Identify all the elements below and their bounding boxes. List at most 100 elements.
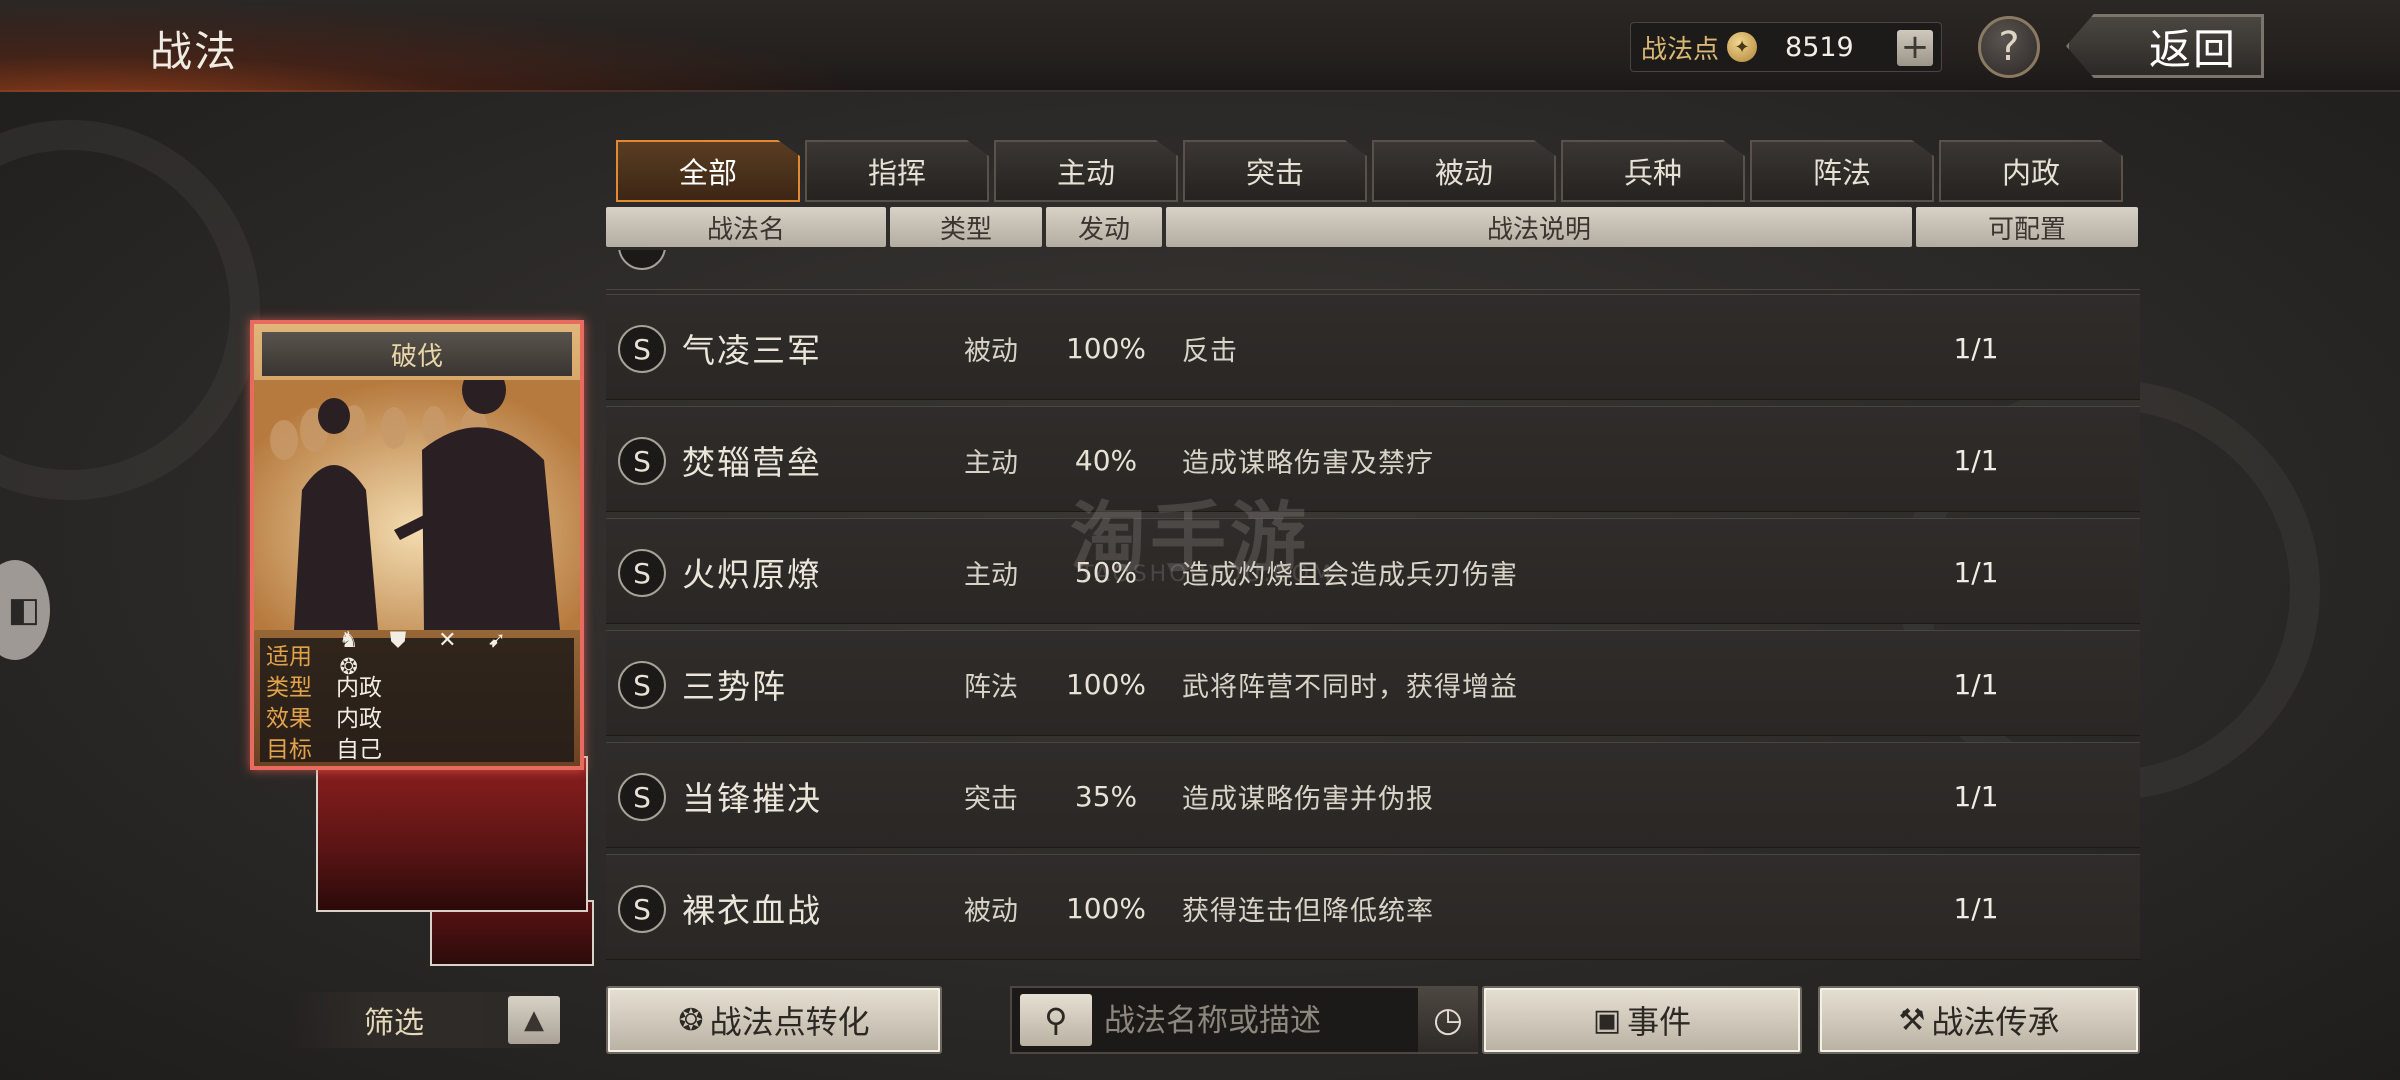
card-info-panel: 适用 ♞ ⛊ ✕ ➹ ❂ 类型 内政 效果 内政 目标 自己: [260, 628, 574, 763]
tab-all[interactable]: 全部: [616, 140, 800, 202]
tactic-name: 火炽原燎: [682, 555, 822, 594]
tab-label: 指挥: [867, 156, 926, 190]
tab-formation[interactable]: 阵法: [1750, 140, 1934, 202]
tab-troop[interactable]: 兵种: [1561, 140, 1745, 202]
history-button[interactable]: ◷: [1418, 988, 1478, 1052]
tactic-card[interactable]: 破伐 适用 ♞ ⛊ ✕ ➹ ❂ 类型 内政 效果 内政 目标 自己: [250, 320, 584, 770]
help-button[interactable]: ?: [1978, 16, 2040, 78]
cavalry-icon: ♞: [338, 628, 359, 653]
table-row[interactable]: S 当锋摧决 突击 35% 造成谋略伤害并伪报 1/1: [606, 742, 2140, 848]
table-row-partial: [606, 250, 2140, 290]
grade-badge: S: [618, 885, 666, 933]
table-header: 战法名 类型 发动 战法说明 可配置: [606, 207, 2142, 247]
tactic-configurable: 1/1: [1953, 779, 1999, 813]
card-artwork: [254, 380, 580, 630]
tactic-points-icon: ✦: [1727, 32, 1758, 62]
tab-passive[interactable]: 被动: [1372, 140, 1556, 202]
grade-badge: S: [618, 549, 666, 597]
column-header-configurable[interactable]: 可配置: [1916, 207, 2138, 247]
tactic-configurable: 1/1: [1953, 891, 1999, 925]
tab-label: 兵种: [1623, 156, 1682, 190]
info-value: 内政: [336, 705, 382, 732]
search-bar: ⚲ ◷: [1010, 986, 1478, 1054]
side-drawer-icon: ◧: [7, 590, 40, 630]
tactic-description: 武将阵营不同时，获得增益: [1182, 671, 1518, 703]
tactic-description: 反击: [1182, 335, 1238, 367]
info-value: 内政: [336, 674, 382, 701]
tactic-type: 被动: [964, 895, 1018, 927]
tab-assault[interactable]: 突击: [1183, 140, 1367, 202]
table-row[interactable]: S 三势阵 阵法 100% 武将阵营不同时，获得增益 1/1: [606, 630, 2140, 736]
tactics-list[interactable]: S 气凌三军 被动 100% 反击 1/1 S 焚辎营垒 主动 40% 造成谋略…: [606, 250, 2140, 965]
inherit-tactic-label: 战法传承: [1931, 1003, 2060, 1041]
info-key: 类型: [266, 674, 312, 701]
tab-active[interactable]: 主动: [994, 140, 1178, 202]
filter-button[interactable]: 筛选 ▲: [294, 992, 560, 1048]
tab-label: 内政: [2001, 156, 2060, 190]
card-stack-back: [316, 756, 588, 912]
tactic-type: 突击: [964, 783, 1018, 815]
card-info-row: 目标 自己: [260, 731, 574, 763]
column-header-trigger[interactable]: 发动: [1046, 207, 1162, 247]
card-info-row: 效果 内政: [260, 700, 574, 732]
add-points-button[interactable]: +: [1897, 30, 1933, 66]
filter-expand-button[interactable]: ▲: [508, 996, 560, 1044]
tactic-type: 被动: [964, 335, 1018, 367]
flame-icon: ❂: [678, 1002, 704, 1038]
tactic-rate: 100%: [1065, 667, 1147, 701]
tactic-configurable: 1/1: [1953, 555, 1999, 589]
column-header-name[interactable]: 战法名: [606, 207, 886, 247]
tactic-name: 气凌三军: [682, 331, 822, 370]
tactic-points-label: 战法点: [1641, 34, 1720, 65]
column-header-label: 发动: [1077, 214, 1130, 245]
shield-icon: ⛊: [389, 628, 407, 653]
background-swirl: [0, 120, 260, 500]
tactic-configurable: 1/1: [1953, 667, 1999, 701]
spear-icon: ➹: [487, 628, 506, 653]
tactic-rate: 100%: [1065, 331, 1147, 365]
back-button[interactable]: 返回: [2066, 14, 2264, 78]
top-bar-glow: [0, 0, 900, 92]
info-key: 目标: [266, 736, 312, 763]
tactic-name: 当锋摧决: [682, 779, 822, 818]
inherit-tactic-button[interactable]: ⚒ 战法传承: [1818, 986, 2140, 1054]
search-input[interactable]: [1104, 996, 1404, 1046]
watermark-sub: TAOSHOUYOU.COM: [1080, 562, 1334, 587]
table-row[interactable]: S 火炽原燎 主动 50% 造成灼烧且会造成兵刃伤害 1/1: [606, 518, 2140, 624]
table-row[interactable]: S 裸衣血战 被动 100% 获得连击但降低统率 1/1: [606, 854, 2140, 960]
page-title: 战法: [150, 27, 239, 76]
alert-book-icon: ▣: [1592, 1002, 1622, 1038]
search-icon: ⚲: [1044, 1001, 1068, 1039]
tab-label: 被动: [1434, 156, 1493, 190]
column-header-label: 战法说明: [1486, 214, 1591, 245]
column-header-type[interactable]: 类型: [890, 207, 1042, 247]
top-bar: 战法 战法点 ✦ 8519 + ? 返回: [0, 0, 2400, 92]
archer-icon: ✕: [438, 628, 457, 653]
grade-badge: S: [618, 661, 666, 709]
column-header-label: 类型: [939, 214, 992, 245]
tab-label: 阵法: [1812, 156, 1871, 190]
table-row[interactable]: S 气凌三军 被动 100% 反击 1/1: [606, 294, 2140, 400]
back-label: 返回: [2148, 24, 2237, 74]
tactic-type: 阵法: [964, 671, 1018, 703]
table-row[interactable]: S 焚辎营垒 主动 40% 造成谋略伤害及禁疗 1/1: [606, 406, 2140, 512]
grade-badge: [618, 250, 666, 270]
convert-points-button[interactable]: ❂ 战法点转化: [606, 986, 942, 1054]
tab-command[interactable]: 指挥: [805, 140, 989, 202]
grade-badge: S: [618, 437, 666, 485]
info-value: 自己: [336, 736, 382, 763]
clock-icon: ◷: [1433, 1000, 1463, 1040]
search-button[interactable]: ⚲: [1020, 994, 1092, 1046]
column-header-label: 战法名: [706, 214, 785, 245]
column-header-label: 可配置: [1987, 214, 2066, 245]
tab-label: 全部: [678, 156, 737, 190]
tab-internal[interactable]: 内政: [1939, 140, 2123, 202]
events-button[interactable]: ▣ 事件: [1482, 986, 1802, 1054]
chevron-up-icon: ▲: [524, 1005, 544, 1035]
grade-badge: S: [618, 773, 666, 821]
grade-badge: S: [618, 325, 666, 373]
column-header-description: 战法说明: [1166, 207, 1912, 247]
tactic-points-box: 战法点 ✦ 8519 +: [1630, 22, 1942, 72]
tactic-name: 裸衣血战: [682, 891, 822, 930]
category-tabs: 全部 指挥 主动 突击 被动 兵种 阵法 内政: [616, 140, 2128, 204]
